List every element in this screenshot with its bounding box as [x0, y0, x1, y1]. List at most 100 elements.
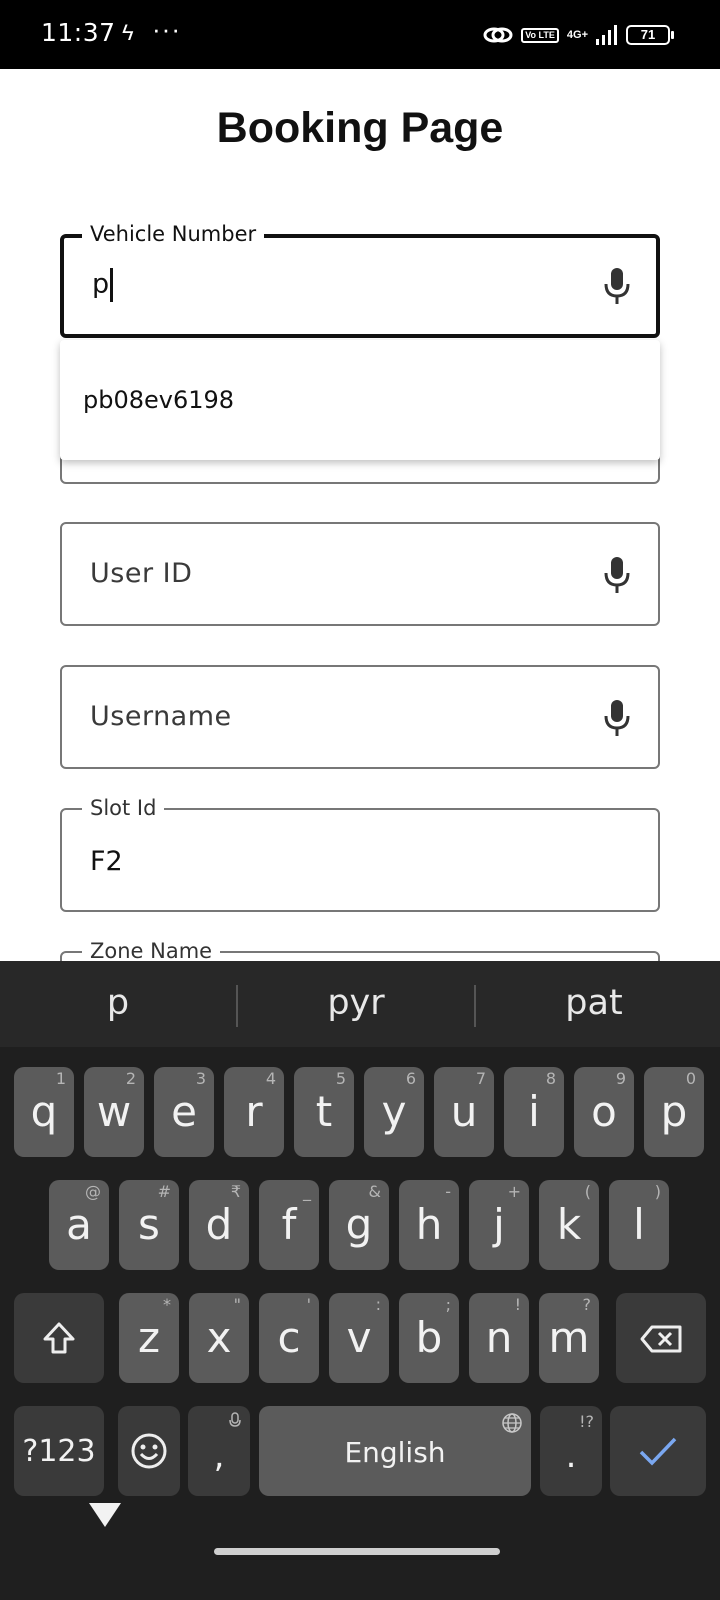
slot-id-value: F2 [90, 846, 123, 877]
key-label: q [30, 1087, 58, 1136]
mic-icon[interactable] [602, 555, 632, 595]
key-e[interactable]: 3e [154, 1067, 214, 1157]
key-t[interactable]: 5t [294, 1067, 354, 1157]
vehicle-number-value: p [92, 268, 110, 300]
key-label: s [138, 1200, 160, 1249]
key-label: l [633, 1200, 645, 1249]
key-d[interactable]: ₹ d [189, 1180, 249, 1270]
key-i[interactable]: 8i [504, 1067, 564, 1157]
autocomplete-item[interactable]: pb08ev6198 [83, 386, 234, 414]
key-hint: ( [584, 1182, 591, 1201]
key-hint: 9 [615, 1069, 626, 1088]
key-label: o [591, 1087, 617, 1136]
emoji-key[interactable] [118, 1406, 180, 1496]
period-key[interactable]: !? . [540, 1406, 602, 1496]
keyboard-suggestion[interactable]: pat [476, 983, 712, 1023]
shift-icon [43, 1322, 75, 1354]
text-caret [110, 268, 114, 302]
key-label: u [450, 1087, 478, 1136]
user-id-placeholder: User ID [90, 558, 193, 589]
key-f[interactable]: _ f [259, 1180, 319, 1270]
key-q[interactable]: 1q [14, 1067, 74, 1157]
keyboard-suggestion[interactable]: p [0, 983, 236, 1023]
key-label: j [493, 1200, 505, 1249]
username-field[interactable]: Username [60, 665, 660, 769]
navigation-handle[interactable] [214, 1548, 500, 1555]
key-hint: 3 [195, 1069, 206, 1088]
key-label: k [556, 1200, 582, 1249]
key-label: h [415, 1200, 443, 1249]
page-title: Booking Page [216, 104, 504, 152]
key-z[interactable]: * z [119, 1293, 179, 1383]
key-p[interactable]: 0p [644, 1067, 704, 1157]
shift-key[interactable] [14, 1293, 104, 1383]
key-u[interactable]: 7u [434, 1067, 494, 1157]
key-y[interactable]: 6y [364, 1067, 424, 1157]
period-key-hint: !? [579, 1412, 594, 1431]
key-label: e [171, 1087, 197, 1136]
space-key-label: English [344, 1436, 446, 1469]
comma-key-label: , [213, 1436, 225, 1476]
key-label: i [528, 1087, 540, 1136]
key-hint: : [375, 1295, 381, 1314]
battery-level: 71 [626, 25, 670, 45]
key-label: r [245, 1087, 263, 1136]
check-icon [639, 1437, 677, 1466]
keyboard-suggestion-bar: p pyr pat [0, 961, 720, 1047]
key-hint: 5 [335, 1069, 346, 1088]
hide-keyboard-icon[interactable] [88, 1501, 122, 1529]
key-v[interactable]: :v [329, 1293, 389, 1383]
keyboard-suggestion[interactable]: pyr [238, 983, 474, 1023]
key-h[interactable]: -h [399, 1180, 459, 1270]
key-w[interactable]: 2w [84, 1067, 144, 1157]
key-o[interactable]: 9o [574, 1067, 634, 1157]
key-label: n [485, 1313, 513, 1362]
key-g[interactable]: & g [329, 1180, 389, 1270]
symbols-key[interactable]: ?123 [14, 1406, 104, 1496]
network-type: 4G+ [566, 29, 588, 41]
key-label: m [548, 1313, 590, 1362]
key-hint: # [157, 1182, 171, 1201]
vehicle-number-field[interactable]: Vehicle Number p [60, 222, 660, 338]
key-hint: 6 [405, 1069, 416, 1088]
backspace-key[interactable] [616, 1293, 706, 1383]
user-id-field[interactable]: User ID [60, 522, 660, 626]
autocomplete-popup: pb08ev6198 [60, 340, 660, 460]
key-l[interactable]: ) l [609, 1180, 669, 1270]
key-hint: + [507, 1182, 521, 1201]
enter-key[interactable] [610, 1406, 706, 1496]
key-hint: ' [306, 1295, 311, 1314]
key-r[interactable]: 4r [224, 1067, 284, 1157]
key-m[interactable]: ? m [539, 1293, 599, 1383]
key-label: y [381, 1087, 407, 1136]
key-c[interactable]: ' c [259, 1293, 319, 1383]
status-time: 11:37 [41, 18, 116, 47]
key-hint: - [445, 1182, 451, 1201]
key-k[interactable]: (k [539, 1180, 599, 1270]
comma-key[interactable]: , [188, 1406, 250, 1496]
slot-id-field[interactable]: Slot Id F2 [60, 796, 660, 912]
key-j[interactable]: + j [469, 1180, 529, 1270]
mic-icon[interactable] [602, 698, 632, 738]
key-hint: ? [582, 1295, 592, 1314]
key-b[interactable]: ; b [399, 1293, 459, 1383]
key-hint: ) [654, 1182, 661, 1201]
key-n[interactable]: ! n [469, 1293, 529, 1383]
key-label: f [281, 1200, 297, 1249]
key-hint: " [233, 1295, 241, 1314]
key-hint: 0 [685, 1069, 696, 1088]
key-label: x [206, 1313, 232, 1362]
charging-bolt-icon: ϟ [122, 20, 134, 45]
key-hint: 2 [125, 1069, 136, 1088]
key-a[interactable]: @ a [49, 1180, 109, 1270]
key-label: z [137, 1313, 161, 1362]
key-label: v [346, 1313, 372, 1362]
space-key[interactable]: English [259, 1406, 531, 1496]
key-hint: & [368, 1182, 381, 1201]
volte-badge: Vo LTE [521, 27, 559, 43]
slot-id-label: Slot Id [82, 796, 165, 820]
mic-icon[interactable] [602, 266, 632, 306]
key-hint: 8 [545, 1069, 556, 1088]
key-s[interactable]: # s [119, 1180, 179, 1270]
key-x[interactable]: " x [189, 1293, 249, 1383]
